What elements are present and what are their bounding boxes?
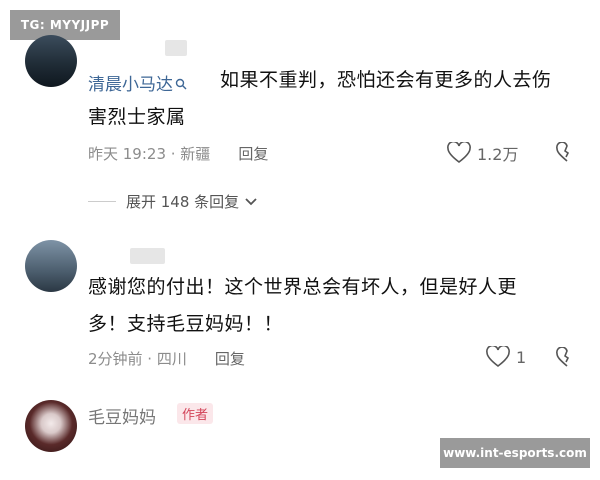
comment-text-line1: 如果不重判，恐怕还会有更多的人去伤 [220, 69, 552, 91]
expand-replies-label: 展开 148 条回复 [126, 193, 240, 211]
avatar[interactable] [25, 35, 77, 87]
comment-username[interactable]: 毛豆妈妈 [88, 403, 156, 428]
broken-heart-icon [556, 346, 570, 367]
watermark-bottom-right: www.int-esports.com [440, 438, 590, 468]
like-count: 1 [516, 347, 527, 367]
avatar[interactable] [25, 400, 77, 452]
like-button[interactable]: 1 [486, 346, 526, 368]
heart-icon [447, 142, 471, 164]
divider-line [88, 201, 116, 202]
blurred-name [165, 40, 187, 56]
heart-icon [486, 346, 510, 368]
expand-replies[interactable]: 展开 148 条回复 [88, 191, 259, 212]
author-badge: 作者 [177, 403, 214, 424]
broken-heart-icon [556, 141, 570, 162]
comment-meta: 昨天 19:23 · 新疆 回复 [88, 143, 268, 164]
search-tag-icon [175, 75, 187, 90]
comment-text-line1: 感谢您的付出！这个世界总会有坏人，但是好人更 [88, 276, 518, 298]
comment-text-line2: 多！支持毛豆妈妈！！ [88, 313, 284, 335]
comment-time: 昨天 19:23 · 新疆 [88, 145, 211, 163]
like-button[interactable]: 1.2万 [447, 141, 518, 165]
avatar[interactable] [25, 240, 77, 292]
chevron-down-icon [245, 197, 257, 205]
blurred-name [130, 248, 165, 264]
comment-username[interactable]: 清晨小马达 [88, 70, 187, 95]
username-text: 清晨小马达 [88, 75, 173, 95]
dislike-button[interactable] [556, 346, 578, 369]
comment-text-line2: 害烈士家属 [88, 106, 186, 128]
reply-button[interactable]: 回复 [238, 143, 268, 164]
comment-time: 2分钟前 · 四川 [88, 350, 187, 368]
comment-meta: 2分钟前 · 四川 回复 [88, 348, 245, 369]
watermark-top-left: TG: MYYJJPP [10, 10, 120, 40]
dislike-button[interactable] [556, 141, 578, 164]
reply-button[interactable]: 回复 [215, 348, 245, 369]
like-count: 1.2万 [477, 145, 519, 164]
